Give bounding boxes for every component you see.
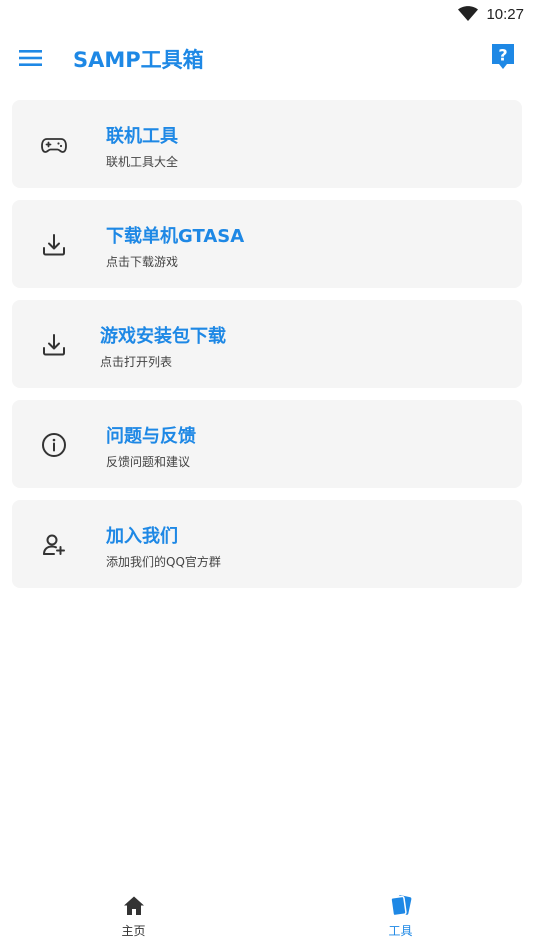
card-title: 联机工具 [106,126,178,147]
svg-text:?: ? [498,46,507,65]
home-icon [122,894,146,918]
card-title: 游戏安装包下载 [100,326,226,347]
tool-list: 联机工具 联机工具大全 下载单机GTASA 点击下载游戏 游戏安装包下载 点击打 [12,100,522,600]
hamburger-menu-icon[interactable] [18,46,44,70]
card-subtitle: 添加我们的QQ官方群 [106,555,221,569]
download-icon [40,331,68,359]
app-bar: SAMP工具箱 ? [0,34,534,82]
cards-icon [389,894,413,918]
card-title: 加入我们 [106,526,178,547]
tool-card-install-package-download[interactable]: 游戏安装包下载 点击打开列表 [12,300,522,388]
screen: 10:27 SAMP工具箱 ? 联机工具 联机工具大全 下载单机GTASA 点击… [0,0,534,949]
status-time: 10:27 [486,5,524,23]
card-subtitle: 反馈问题和建议 [106,455,191,469]
tool-card-feedback[interactable]: 问题与反馈 反馈问题和建议 [12,400,522,488]
status-bar: 10:27 [0,0,534,28]
download-icon [40,231,68,259]
help-question-icon[interactable]: ? [490,42,516,72]
card-subtitle: 联机工具大全 [106,155,179,169]
card-title: 问题与反馈 [106,426,196,447]
card-subtitle: 点击打开列表 [100,355,173,369]
card-subtitle: 点击下载游戏 [106,255,179,269]
nav-item-home[interactable]: 主页 [0,889,267,949]
add-user-icon [40,531,68,559]
tool-card-join-us[interactable]: 加入我们 添加我们的QQ官方群 [12,500,522,588]
nav-item-tools[interactable]: 工具 [267,889,534,949]
tool-card-download-gtasa[interactable]: 下载单机GTASA 点击下载游戏 [12,200,522,288]
tool-card-online-tools[interactable]: 联机工具 联机工具大全 [12,100,522,188]
nav-label-tools: 工具 [388,924,413,938]
page-title: SAMP工具箱 [73,48,204,72]
info-icon [40,431,68,459]
nav-label-home: 主页 [121,924,146,938]
card-title: 下载单机GTASA [106,226,245,247]
wifi-icon [458,6,479,22]
bottom-nav: 主页 工具 [0,889,534,949]
gamepad-icon [40,131,68,159]
